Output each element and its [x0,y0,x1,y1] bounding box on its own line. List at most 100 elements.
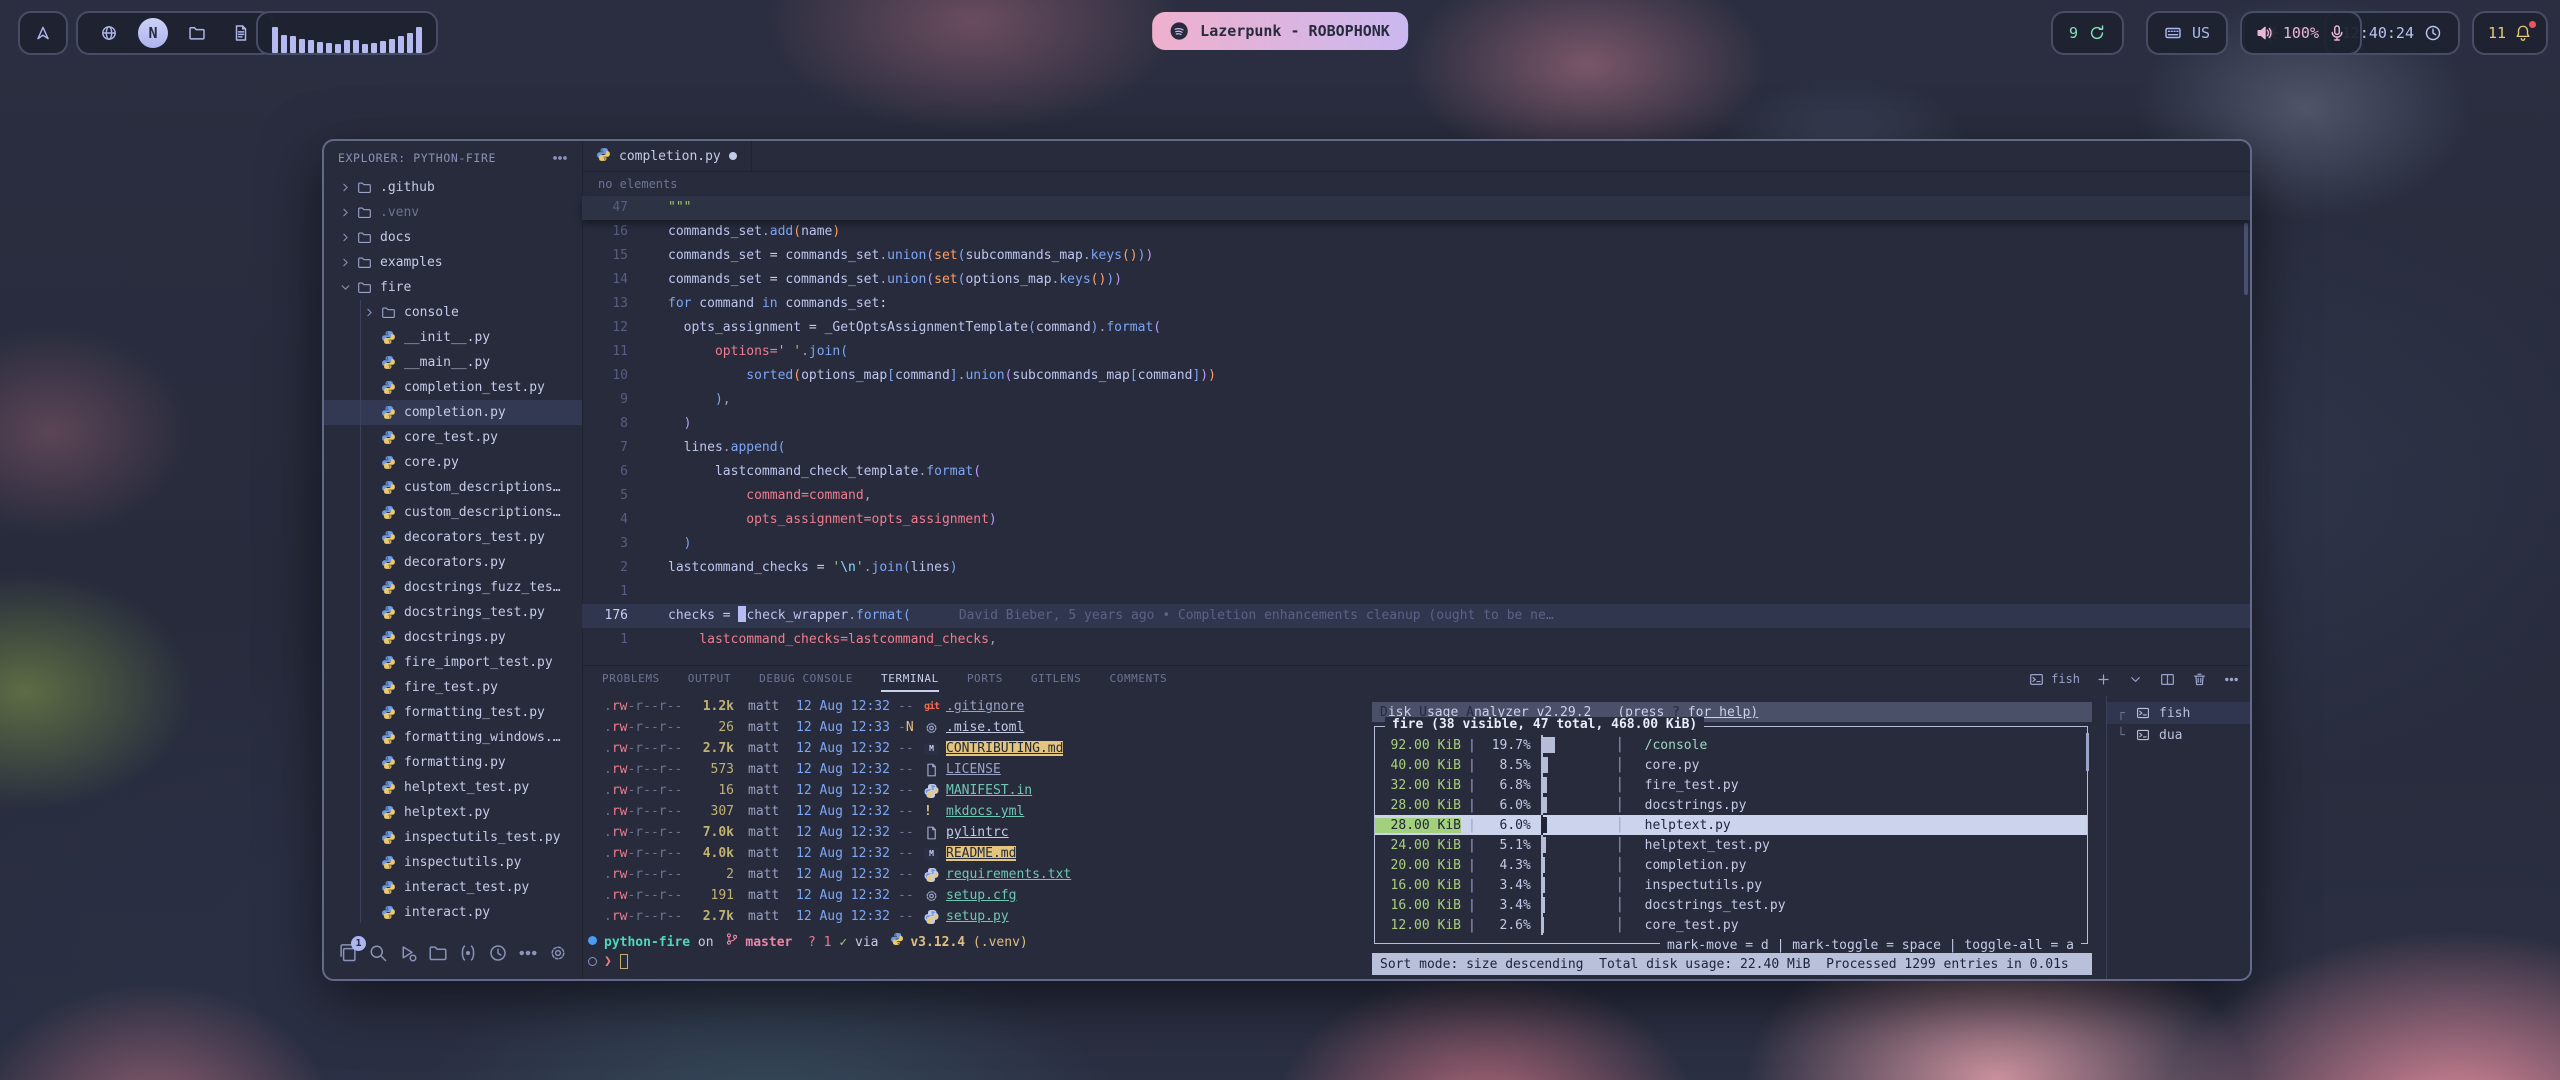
tree-item-decorators_test.py[interactable]: decorators_test.py [324,525,582,550]
history-icon[interactable] [488,943,508,963]
code-token: lastcommand_checks [848,632,989,647]
panel-tab-comments[interactable]: COMMENTS [1110,666,1168,692]
media-widget[interactable]: Lazerpunk - ROBOPHONK [1152,12,1408,50]
tree-item-helptext_test.py[interactable]: helptext_test.py [324,775,582,800]
dua-row-console[interactable]: 92.00 KiB|19.7%│/console [1375,735,2087,755]
command-decoration-icon[interactable] [588,936,597,945]
search-icon[interactable] [368,943,388,963]
code-token: . [848,608,856,623]
tree-item-docstrings_test.py[interactable]: docstrings_test.py [324,600,582,625]
dua-row-core.py[interactable]: 40.00 KiB|8.5%│core.py [1375,755,2087,775]
tree-item-.venv[interactable]: .venv [324,200,582,225]
session-fish[interactable]: ┌fish [2107,702,2250,724]
tree-item-core_test.py[interactable]: core_test.py [324,425,582,450]
dua-row-docstrings.py[interactable]: 28.00 KiB|6.0%│docstrings.py [1375,795,2087,815]
tree-item-docstrings_fuzz_test.py[interactable]: docstrings_fuzz_test.py [324,575,582,600]
chevron-right-icon [336,206,354,219]
tree-item-custom_descriptions.py[interactable]: custom_descriptions.py [324,500,582,525]
tree-item-completion_test.py[interactable]: completion_test.py [324,375,582,400]
tree-item-__main__.py[interactable]: __main__.py [324,350,582,375]
terminal-dropdown-icon[interactable] [2126,670,2144,688]
dua-row-core_test.py[interactable]: 12.00 KiB|2.6%│core_test.py [1375,915,2087,935]
panel-more-button[interactable] [2222,670,2240,688]
fish-terminal[interactable]: .rw-r--r--1.2kmatt12 Aug 12:32--git.giti… [582,696,1384,979]
workspace-globe[interactable] [94,18,124,48]
code-line: 13for command in commands_set: [582,292,2250,316]
folder-icon[interactable] [428,943,448,963]
editor-scrollbar[interactable] [2244,223,2248,295]
panel-tab-terminal[interactable]: TERMINAL [881,666,939,692]
tree-item-docs[interactable]: docs [324,225,582,250]
panel-tab-problems[interactable]: PROBLEMS [602,666,660,692]
panel-tab-output[interactable]: OUTPUT [688,666,731,692]
tree-item-__init__.py[interactable]: __init__.py [324,325,582,350]
code-line: 176checks = check_wrapper.format(David B… [582,604,2250,628]
dua-row-inspectutils.py[interactable]: 16.00 KiB|3.4%│inspectutils.py [1375,875,2087,895]
dua-disk-analyzer[interactable]: Disk Usage Analyzer v2.29.2 (press ? for… [1370,696,2094,979]
tree-item-fire_test.py[interactable]: fire_test.py [324,675,582,700]
gear-icon[interactable] [548,943,568,963]
visualizer-bar [407,33,413,53]
kill-terminal-button[interactable] [2190,670,2208,688]
dua-bar [1541,855,1609,875]
tree-item-formatting_windows.py[interactable]: formatting_windows.py [324,725,582,750]
run-debug-icon[interactable] [398,943,418,963]
file-owner: matt [748,888,796,903]
shell-selector[interactable]: fish [2027,670,2080,688]
tree-item-helptext.py[interactable]: helptext.py [324,800,582,825]
launcher-button[interactable] [18,11,68,55]
split-terminal-button[interactable] [2158,670,2176,688]
tree-item-custom_descriptions_test.py[interactable]: custom_descriptions_test.py [324,475,582,500]
tree-item-completion.py[interactable]: completion.py [324,400,582,425]
code-lines[interactable]: 16commands_set.add(name)15commands_set =… [582,220,2250,652]
panel-tab-gitlens[interactable]: GITLENS [1031,666,1082,692]
files-icon[interactable]: 1 [338,943,358,963]
braces-icon[interactable] [458,943,478,963]
panel-tab-debug-console[interactable]: DEBUG CONSOLE [759,666,853,692]
dua-row-docstrings_test.py[interactable]: 16.00 KiB|3.4%│docstrings_test.py [1375,895,2087,915]
file-type-icon: M [924,743,946,755]
dua-bar [1541,775,1609,795]
audio-widget[interactable]: 100% [2240,11,2362,55]
session-dua[interactable]: └dua [2107,724,2250,746]
file-git-status: -- [898,699,924,714]
explorer-menu-icon[interactable] [552,149,568,167]
ellipsis-icon[interactable] [518,943,538,963]
dua-row-helptext_test.py[interactable]: 24.00 KiB|5.1%│helptext_test.py [1375,835,2087,855]
workspace-file-doc[interactable] [226,18,256,48]
tab-completion-py[interactable]: completion.py [582,141,752,171]
new-terminal-button[interactable] [2094,670,2112,688]
dua-scrollbar[interactable] [2086,733,2089,771]
tree-item-decorators.py[interactable]: decorators.py [324,550,582,575]
dua-row-fire_test.py[interactable]: 32.00 KiB|6.8%│fire_test.py [1375,775,2087,795]
updates-widget[interactable]: 9 [2051,11,2124,55]
prompt-segment: python-fire [604,935,690,950]
python-icon [378,555,398,570]
tree-item-inspectutils.py[interactable]: inspectutils.py [324,850,582,875]
tree-item-formatting_test.py[interactable]: formatting_test.py [324,700,582,725]
tree-item-formatting.py[interactable]: formatting.py [324,750,582,775]
panel-tab-ports[interactable]: PORTS [967,666,1003,692]
dua-box-title: fire (38 visible, 47 total, 468.00 KiB) [1385,717,1704,732]
code-token: = [762,248,785,263]
dua-row-completion.py[interactable]: 20.00 KiB|4.3%│completion.py [1375,855,2087,875]
tree-item-.github[interactable]: .github [324,175,582,200]
tree-item-fire[interactable]: fire [324,275,582,300]
keyboard-layout-widget[interactable]: US [2146,11,2228,55]
tree-item-examples[interactable]: examples [324,250,582,275]
tree-item-interact.py[interactable]: interact.py [324,900,582,923]
notifications-widget[interactable]: 11 [2472,11,2548,55]
tree-item-docstrings.py[interactable]: docstrings.py [324,625,582,650]
workspace-folder[interactable] [182,18,212,48]
dua-row-helptext.py[interactable]: 28.00 KiB|6.0%│helptext.py [1375,815,2087,835]
tree-item-fire_import_test.py[interactable]: fire_import_test.py [324,650,582,675]
workspace-N[interactable]: N [138,18,168,48]
tree-item-console[interactable]: console [324,300,582,325]
tree-item-inspectutils_test.py[interactable]: inspectutils_test.py [324,825,582,850]
file-date: 12 Aug 12:33 [796,720,898,735]
tree-item-core.py[interactable]: core.py [324,450,582,475]
audio-visualizer [256,11,438,55]
prompt-input-line[interactable]: ❯ [582,951,628,972]
tree-item-interact_test.py[interactable]: interact_test.py [324,875,582,900]
line-number: 1 [582,628,628,652]
